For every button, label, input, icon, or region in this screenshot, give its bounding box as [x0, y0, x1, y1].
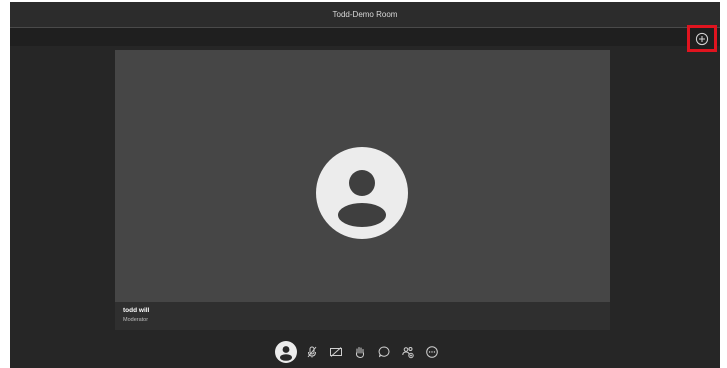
raise-hand-icon [355, 347, 365, 359]
more-options-button[interactable] [423, 343, 441, 361]
participants-button[interactable] [399, 343, 417, 361]
room-title: Todd-Demo Room [332, 10, 398, 19]
chat-icon [378, 346, 390, 358]
plus-circle-icon [695, 32, 709, 45]
raise-hand-button[interactable] [351, 343, 369, 361]
participant-nameplate: todd will Moderator [115, 302, 610, 330]
microphone-muted-icon [307, 346, 317, 358]
chat-button[interactable] [375, 343, 393, 361]
camera-off-icon [330, 347, 342, 357]
user-avatar-icon [338, 170, 386, 227]
user-avatar-icon [280, 346, 292, 361]
meeting-controls [275, 340, 441, 364]
camera-button[interactable] [327, 343, 345, 361]
participant-name: todd will [123, 307, 150, 314]
mute-microphone-button[interactable] [303, 343, 321, 361]
add-button[interactable] [687, 25, 717, 52]
title-bar: Todd-Demo Room [10, 2, 720, 28]
meeting-window: Todd-Demo Room todd will Moderator [10, 2, 720, 368]
top-toolbar [10, 28, 720, 46]
participants-icon [402, 347, 414, 359]
more-options-icon [426, 346, 438, 358]
participant-role: Moderator [123, 317, 149, 323]
participant-avatar [316, 147, 408, 239]
video-stage: todd will Moderator [115, 50, 610, 330]
my-avatar-button[interactable] [275, 341, 297, 363]
